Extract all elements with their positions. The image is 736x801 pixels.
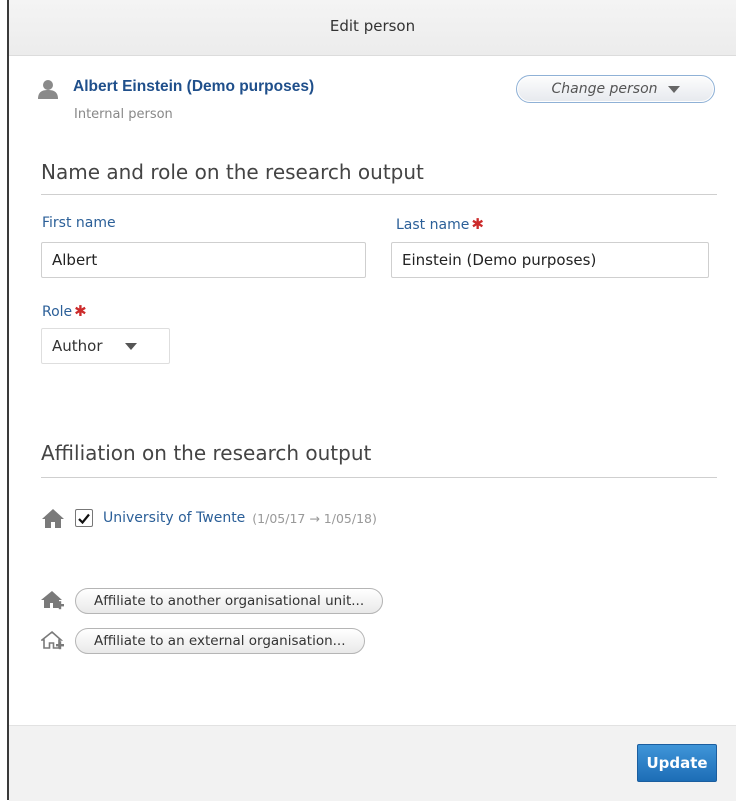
change-person-button[interactable]: Change person [516, 75, 715, 103]
role-select[interactable]: Author [41, 328, 170, 364]
person-type: Internal person [74, 107, 173, 122]
add-internal-affiliation-row: Affiliate to another organisational unit… [41, 588, 384, 614]
affiliation-row: University of Twente (1/05/17 → 1/05/18) [41, 507, 377, 529]
affiliate-internal-button[interactable]: Affiliate to another organisational unit… [75, 588, 384, 614]
role-label: Role ✱ [42, 302, 87, 320]
affiliation-checkbox[interactable] [75, 509, 93, 527]
required-marker: ✱ [471, 215, 484, 233]
affiliation-org-link[interactable]: University of Twente [103, 510, 245, 526]
person-name: Albert Einstein (Demo purposes) [73, 78, 315, 95]
dialog-footer: Update [9, 725, 736, 801]
house-icon [42, 509, 64, 528]
section-divider [41, 194, 717, 195]
add-external-affiliation-row: Affiliate to an external organisation... [41, 628, 365, 654]
role-label-text: Role [42, 304, 73, 320]
affiliation-dates: (1/05/17 → 1/05/18) [252, 510, 377, 526]
section-divider [41, 477, 717, 478]
window-edge [0, 0, 9, 800]
affiliation-section-title: Affiliation on the research output [41, 441, 372, 465]
required-marker: ✱ [74, 302, 87, 320]
checkmark-icon [78, 513, 90, 524]
first-name-input[interactable] [41, 242, 366, 278]
person-icon [38, 80, 58, 99]
edit-person-dialog: Edit person Albert Einstein (Demo purpos… [9, 0, 736, 801]
last-name-label-text: Last name [396, 217, 470, 233]
first-name-label: First name [42, 215, 116, 231]
affiliate-external-button[interactable]: Affiliate to an external organisation... [75, 628, 365, 654]
dialog-titlebar: Edit person [9, 0, 736, 56]
last-name-label: Last name ✱ [396, 215, 484, 233]
last-name-input[interactable] [391, 242, 709, 278]
dialog-title: Edit person [329, 17, 416, 35]
update-button[interactable]: Update [637, 744, 717, 782]
house-outline-add-icon [41, 630, 64, 650]
house-add-icon [41, 591, 64, 610]
change-person-label: Change person [551, 81, 658, 97]
chevron-down-icon [124, 342, 137, 350]
name-role-section-title: Name and role on the research output [41, 160, 424, 184]
dropdown-arrow-icon [667, 85, 680, 93]
role-selected-value: Author [52, 337, 103, 355]
